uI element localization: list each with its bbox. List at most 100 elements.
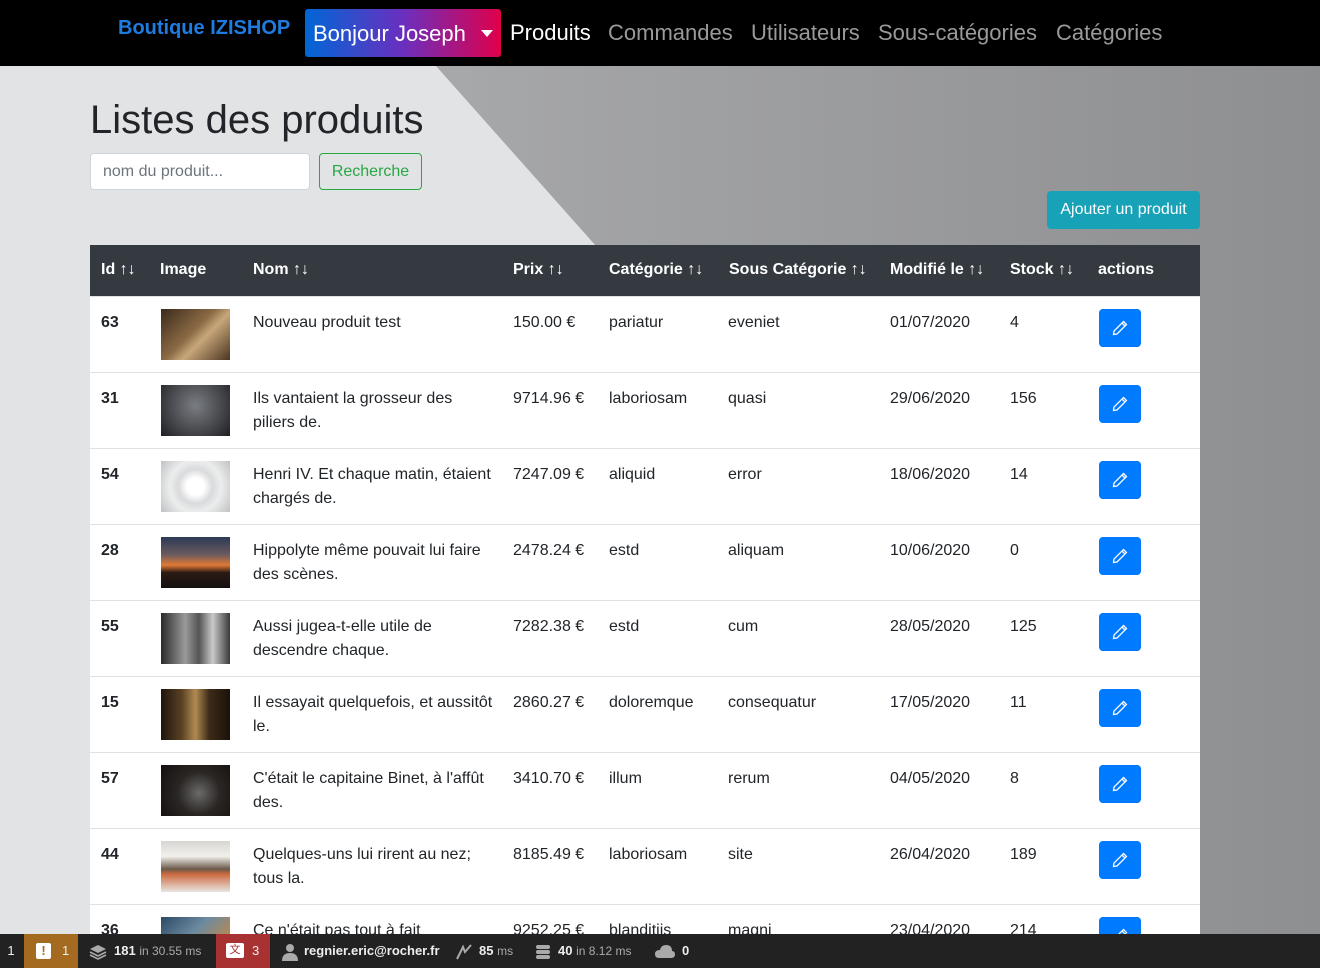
cell-prix: 150.00 € [513, 314, 576, 331]
pencil-icon [1112, 700, 1128, 716]
search-button[interactable]: Recherche [319, 153, 422, 190]
cell-prix: 9714.96 € [513, 390, 585, 407]
cell-sous-categorie: consequatur [728, 694, 817, 711]
nav-link-sous-categories[interactable]: Sous-catégories [878, 20, 1037, 46]
warning-icon: ! [36, 943, 51, 959]
user-dropdown-button[interactable]: Bonjour Joseph [305, 9, 501, 57]
table-row: 54 Henri IV. Et chaque matin, étaient ch… [90, 448, 1200, 524]
table-row: 63 Nouveau produit test 150.00 € pariatu… [90, 296, 1200, 372]
translations-count: 3 [252, 943, 260, 958]
cell-date: 26/04/2020 [890, 846, 971, 863]
cache-count: 0 [682, 943, 690, 958]
pencil-icon [1112, 320, 1128, 336]
column-header-modifie-le[interactable]: Modifié le ↑↓ [890, 261, 984, 279]
cell-nom: C'était le capitaine Binet, à l'affût de… [253, 770, 484, 811]
nav-link-commandes[interactable]: Commandes [608, 20, 733, 46]
edit-button[interactable] [1099, 309, 1141, 347]
cell-date: 18/06/2020 [890, 466, 971, 483]
user-panel[interactable]: regnier.eric@rocher.fr [282, 934, 440, 968]
cell-prix: 2478.24 € [513, 542, 585, 559]
nav-link-produits[interactable]: Produits [510, 20, 591, 46]
edit-button[interactable] [1099, 689, 1141, 727]
forms-count: 181 [114, 943, 136, 958]
cell-nom: Hippolyte même pouvait lui faire des scè… [253, 542, 481, 583]
cell-id: 28 [101, 542, 119, 559]
product-thumbnail [161, 765, 230, 816]
forms-panel[interactable]: 181 in 30.55 ms [88, 934, 201, 968]
cell-date: 23/04/2020 [890, 922, 971, 934]
database-icon [536, 944, 550, 959]
cell-prix: 8185.49 € [513, 846, 585, 863]
product-thumbnail [161, 385, 230, 436]
table-row: 36 Ce n'était pas tout à fait 9252.25 € … [90, 904, 1200, 934]
cell-sous-categorie: magni [728, 922, 772, 934]
product-thumbnail [161, 841, 230, 892]
edit-button[interactable] [1099, 613, 1141, 651]
column-header-nom[interactable]: Nom ↑↓ [253, 261, 309, 279]
user-greeting: Bonjour Joseph [313, 21, 466, 46]
status-code[interactable]: 1 [0, 934, 22, 968]
cell-stock: 11 [1010, 694, 1027, 711]
pencil-icon [1112, 852, 1128, 868]
cell-stock: 214 [1010, 922, 1037, 934]
column-header-categorie[interactable]: Catégorie ↑↓ [609, 261, 703, 279]
cell-date: 28/05/2020 [890, 618, 971, 635]
product-thumbnail [161, 461, 230, 512]
edit-button[interactable] [1099, 917, 1141, 934]
table-row: 31 Ils vantaient la grosseur des piliers… [90, 372, 1200, 448]
cell-categorie: pariatur [609, 314, 664, 331]
edit-button[interactable] [1099, 461, 1141, 499]
cell-id: 31 [101, 390, 119, 407]
add-product-button[interactable]: Ajouter un produit [1047, 191, 1200, 229]
column-header-stock[interactable]: Stock ↑↓ [1010, 261, 1074, 279]
edit-button[interactable] [1099, 841, 1141, 879]
product-thumbnail [161, 309, 230, 360]
forms-time: in 30.55 ms [139, 944, 202, 958]
pencil-icon [1112, 472, 1128, 488]
cell-categorie: aliquid [609, 466, 656, 483]
edit-button[interactable] [1099, 765, 1141, 803]
top-navbar: Boutique IZISHOP Bonjour Joseph Produits… [0, 0, 1320, 66]
nav-link-utilisateurs[interactable]: Utilisateurs [751, 20, 860, 46]
cache-panel[interactable]: 0 [654, 934, 689, 968]
cell-id: 54 [101, 466, 119, 483]
nav-link-categories[interactable]: Catégories [1056, 20, 1162, 46]
pencil-icon [1112, 776, 1128, 792]
cell-categorie: laboriosam [609, 390, 688, 407]
column-header-id[interactable]: Id ↑↓ [101, 261, 136, 279]
table-row: 55 Aussi jugea-t-elle utile de descendre… [90, 600, 1200, 676]
edit-button[interactable] [1099, 385, 1141, 423]
cell-sous-categorie: site [728, 846, 753, 863]
cell-stock: 156 [1010, 390, 1037, 407]
product-thumbnail [161, 917, 230, 934]
cell-date: 29/06/2020 [890, 390, 971, 407]
edit-button[interactable] [1099, 537, 1141, 575]
products-table: Id ↑↓ Image Nom ↑↓ Prix ↑↓ Catégorie ↑↓ … [90, 245, 1200, 934]
pencil-icon [1112, 396, 1128, 412]
cell-id: 55 [101, 618, 119, 635]
cell-id: 63 [101, 314, 119, 331]
database-panel[interactable]: 40 in 8.12 ms [534, 934, 631, 968]
time-panel[interactable]: 85 ms [455, 934, 513, 968]
cell-date: 04/05/2020 [890, 770, 971, 787]
table-row: 57 C'était le capitaine Binet, à l'affût… [90, 752, 1200, 828]
column-header-prix[interactable]: Prix ↑↓ [513, 261, 564, 279]
search-input[interactable] [90, 153, 310, 190]
brand-link[interactable]: Boutique IZISHOP [118, 17, 290, 40]
translations-panel[interactable]: 文 3 [216, 934, 270, 968]
product-thumbnail [161, 689, 230, 740]
cell-id: 15 [101, 694, 119, 711]
warnings-panel[interactable]: ! 1 [24, 934, 78, 968]
cell-sous-categorie: cum [728, 618, 759, 635]
column-header-actions: actions [1098, 261, 1155, 278]
product-thumbnail [161, 537, 230, 588]
pencil-icon [1112, 548, 1128, 564]
cell-date: 01/07/2020 [890, 314, 971, 331]
table-row: 15 Il essayait quelquefois, et aussitôt … [90, 676, 1200, 752]
column-header-sous-categorie[interactable]: Sous Catégorie ↑↓ [729, 261, 867, 279]
cell-nom: Nouveau produit test [253, 314, 401, 331]
cell-categorie: laboriosam [609, 846, 688, 863]
cell-nom: Ils vantaient la grosseur des piliers de… [253, 390, 453, 431]
cell-id: 36 [101, 922, 119, 934]
cell-id: 57 [101, 770, 119, 787]
